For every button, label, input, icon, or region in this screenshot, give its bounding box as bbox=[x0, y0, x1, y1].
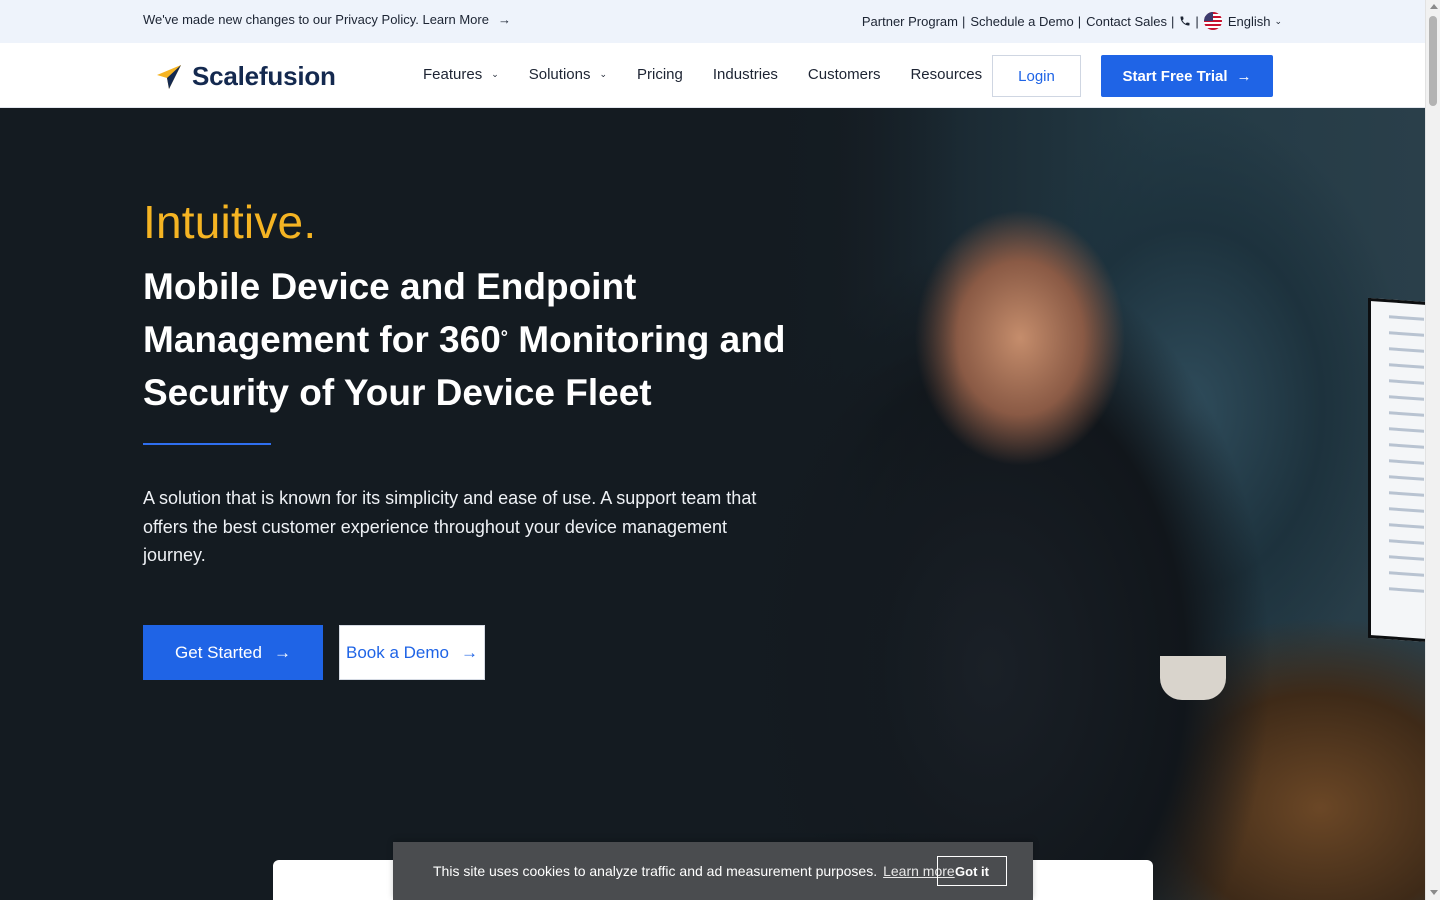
nav-solutions[interactable]: Solutions ⌄ bbox=[529, 66, 607, 83]
announcement-bar: We've made new changes to our Privacy Po… bbox=[0, 0, 1425, 43]
arrow-right-icon: → bbox=[497, 12, 511, 27]
arrow-right-icon: → bbox=[273, 642, 291, 662]
chevron-down-icon: ⌄ bbox=[1274, 15, 1282, 26]
partner-program-link[interactable]: Partner Program bbox=[862, 14, 958, 29]
schedule-demo-link[interactable]: Schedule a Demo bbox=[970, 14, 1073, 29]
nav-features[interactable]: Features ⌄ bbox=[423, 66, 499, 83]
cookie-accept-button[interactable]: Got it bbox=[937, 856, 1007, 886]
language-label: English bbox=[1227, 13, 1271, 29]
privacy-notice-text[interactable]: We've made new changes to our Privacy Po… bbox=[143, 12, 489, 27]
scrollbar-thumb[interactable] bbox=[1429, 16, 1437, 106]
nav-label: Customers bbox=[807, 66, 881, 83]
cookie-banner: This site uses cookies to analyze traffi… bbox=[393, 842, 1033, 900]
cookie-message: This site uses cookies to analyze traffi… bbox=[433, 863, 878, 879]
hero-description: A solution that is known for its simplic… bbox=[143, 488, 757, 565]
coffee-cup-image bbox=[1160, 656, 1226, 700]
main-header: Scalefusion Features ⌄ Solutions ⌄ Prici… bbox=[0, 43, 1425, 108]
language-selector[interactable]: English ⌄ bbox=[1203, 12, 1282, 30]
degree-symbol: ° bbox=[500, 327, 508, 347]
hero-section: Intuitive. Mobile Device and Endpoint Ma… bbox=[0, 108, 1425, 900]
scroll-down-icon[interactable] bbox=[1430, 890, 1438, 895]
divider: | bbox=[961, 13, 966, 29]
book-demo-button[interactable]: Book a Demo → bbox=[339, 625, 485, 680]
arrow-right-icon: → bbox=[461, 642, 478, 662]
top-links: Partner Program | Schedule a Demo | Cont… bbox=[862, 12, 1282, 30]
start-free-trial-button[interactable]: Start Free Trial → bbox=[1101, 55, 1273, 97]
nav-resources[interactable]: Resources ⌄ bbox=[910, 66, 998, 83]
page-scrollbar[interactable] bbox=[1425, 0, 1440, 900]
trial-label: Start Free Trial bbox=[1122, 67, 1228, 85]
brand-name: Scalefusion bbox=[192, 61, 336, 91]
nav-label: Pricing bbox=[637, 66, 683, 83]
get-started-label: Get Started bbox=[175, 642, 262, 662]
scroll-up-icon[interactable] bbox=[1430, 4, 1438, 9]
hero-title: Mobile Device and Endpoint Management fo… bbox=[143, 266, 786, 413]
nav-label: Resources bbox=[910, 66, 983, 83]
nav-label: Features bbox=[423, 66, 483, 83]
login-button[interactable]: Login bbox=[992, 55, 1081, 97]
divider: | bbox=[1171, 13, 1175, 29]
us-flag-icon bbox=[1203, 12, 1222, 30]
nav-industries[interactable]: Industries bbox=[713, 66, 778, 83]
get-started-button[interactable]: Get Started → bbox=[143, 625, 323, 680]
nav-pricing[interactable]: Pricing bbox=[637, 66, 683, 83]
book-demo-label: Book a Demo bbox=[346, 642, 449, 662]
monitor-screen-image bbox=[1368, 297, 1425, 643]
divider: | bbox=[1195, 13, 1199, 29]
contact-sales-link[interactable]: Contact Sales bbox=[1086, 14, 1167, 29]
nav-customers[interactable]: Customers bbox=[808, 66, 881, 83]
brand-logo[interactable]: Scalefusion bbox=[155, 61, 336, 92]
chevron-down-icon: ⌄ bbox=[599, 69, 608, 79]
main-nav: Features ⌄ Solutions ⌄ Pricing Industrie… bbox=[423, 66, 1029, 83]
divider: | bbox=[1077, 13, 1082, 29]
scalefusion-logo-icon bbox=[157, 64, 181, 89]
phone-icon[interactable] bbox=[1179, 15, 1191, 27]
hero-divider bbox=[143, 443, 271, 445]
chevron-down-icon: ⌄ bbox=[491, 69, 499, 79]
nav-label: Industries bbox=[712, 66, 778, 83]
nav-label: Solutions bbox=[528, 66, 591, 83]
hero-kicker: Intuitive. bbox=[143, 196, 317, 248]
privacy-notice[interactable]: We've made new changes to our Privacy Po… bbox=[143, 12, 511, 27]
arrow-right-icon: → bbox=[1236, 67, 1252, 85]
